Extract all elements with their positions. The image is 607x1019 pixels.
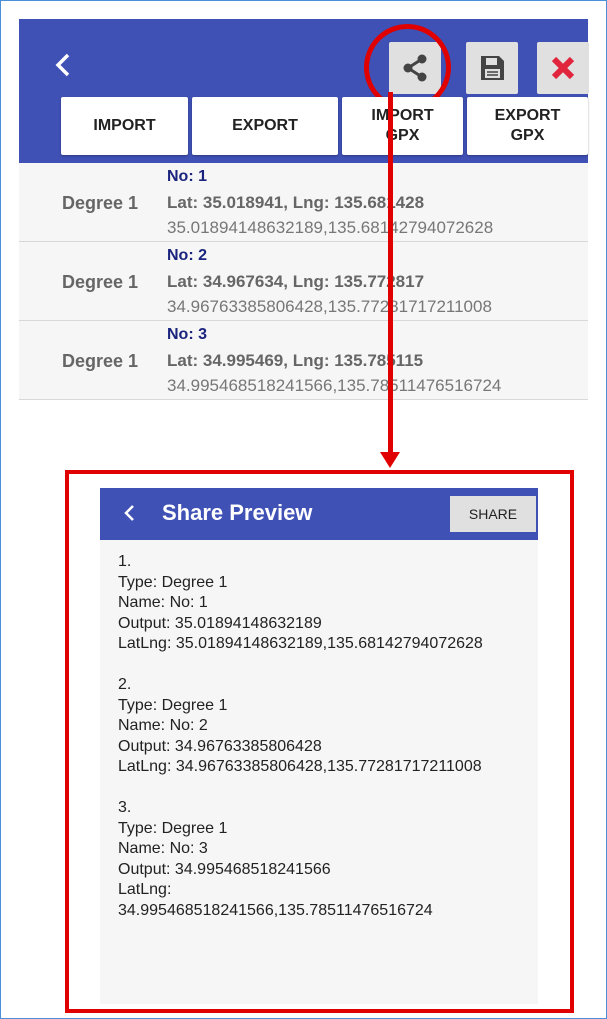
- entry-type: Type: Degree 1: [118, 696, 228, 714]
- dialog-share-label: SHARE: [468, 506, 518, 522]
- dialog-header: Share Preview SHARE: [100, 488, 538, 540]
- entry-name: Name: No: 1: [118, 594, 208, 611]
- point-type: Degree 1: [62, 193, 139, 213]
- point-latlng: Lat: 35.018941, Lng: 135.681428: [167, 193, 425, 212]
- list-item[interactable]: Degree 1 No: 3 Lat: 34.995469, Lng: 135.…: [19, 321, 588, 400]
- close-x-icon: [551, 56, 575, 80]
- preview-entry: 3. Type: Degree 1 Name: No: 3 Output: 34…: [118, 798, 538, 921]
- entry-latlng: LatLng:: [118, 881, 172, 898]
- import-button[interactable]: IMPORT: [61, 97, 188, 155]
- entry-output: Output: 35.01894148632189: [118, 614, 322, 632]
- preview-text-body: 1. Type: Degree 1 Name: No: 1 Output: 35…: [118, 552, 538, 942]
- list-item[interactable]: Degree 1 No: 1 Lat: 35.018941, Lng: 135.…: [19, 163, 588, 242]
- point-raw-coords: 34.96763385806428,135.77281717211008: [167, 297, 492, 316]
- point-type: Degree 1: [62, 351, 139, 371]
- entry-output: Output: 34.995468518241566: [118, 860, 331, 878]
- import-gpx-label: IMPORT GPX: [371, 107, 434, 144]
- import-gpx-button[interactable]: IMPORT GPX: [342, 97, 463, 155]
- dialog-back-button[interactable]: [122, 496, 136, 532]
- point-name: No: 2: [167, 247, 207, 264]
- share-preview-dialog: Share Preview SHARE 1. Type: Degree 1 Na…: [100, 488, 538, 1004]
- import-label: IMPORT: [93, 117, 156, 134]
- point-type: Degree 1: [62, 272, 139, 292]
- preview-entry: 2. Type: Degree 1 Name: No: 2 Output: 34…: [118, 675, 538, 778]
- entry-name: Name: No: 3: [118, 840, 208, 857]
- dialog-share-button[interactable]: SHARE: [450, 496, 536, 532]
- point-raw-coords: 34.995468518241566,135.78511476516724: [167, 376, 502, 395]
- back-button[interactable]: [53, 47, 93, 87]
- export-button[interactable]: EXPORT: [192, 97, 338, 155]
- point-name: No: 1: [167, 168, 207, 185]
- entry-latlng-value: 34.995468518241566,135.78511476516724: [118, 901, 433, 919]
- entry-index: 3.: [118, 799, 132, 816]
- delete-button[interactable]: [537, 42, 589, 94]
- entry-output: Output: 34.96763385806428: [118, 737, 322, 755]
- point-latlng: Lat: 34.995469, Lng: 135.785115: [167, 351, 424, 370]
- chevron-left-icon: [124, 505, 134, 521]
- list-item[interactable]: Degree 1 No: 2 Lat: 34.967634, Lng: 135.…: [19, 242, 588, 321]
- point-name: No: 3: [167, 326, 207, 343]
- save-button[interactable]: [466, 42, 518, 94]
- entry-index: 1.: [118, 553, 132, 570]
- export-label: EXPORT: [232, 117, 298, 134]
- action-buttons-row: IMPORT EXPORT IMPORT GPX EXPORT GPX: [19, 97, 588, 157]
- floppy-disk-icon: [481, 56, 504, 80]
- annotation-arrow-head: [380, 452, 400, 468]
- entry-latlng: LatLng: 34.96763385806428,135.7728171721…: [118, 758, 482, 775]
- preview-entry: 1. Type: Degree 1 Name: No: 1 Output: 35…: [118, 552, 538, 655]
- export-gpx-label: EXPORT GPX: [494, 107, 561, 144]
- entry-index: 2.: [118, 676, 132, 693]
- point-raw-coords: 35.01894148632189,135.68142794072628: [167, 218, 494, 237]
- chevron-left-icon: [55, 53, 70, 77]
- entry-type: Type: Degree 1: [118, 573, 228, 591]
- entry-latlng: LatLng: 35.01894148632189,135.6814279407…: [118, 635, 483, 652]
- export-gpx-button[interactable]: EXPORT GPX: [467, 97, 588, 155]
- entry-name: Name: No: 2: [118, 717, 208, 734]
- dialog-title: Share Preview: [162, 500, 313, 525]
- point-latlng: Lat: 34.967634, Lng: 135.772817: [167, 272, 425, 291]
- annotation-arrow-line: [388, 92, 393, 458]
- entry-type: Type: Degree 1: [118, 819, 228, 837]
